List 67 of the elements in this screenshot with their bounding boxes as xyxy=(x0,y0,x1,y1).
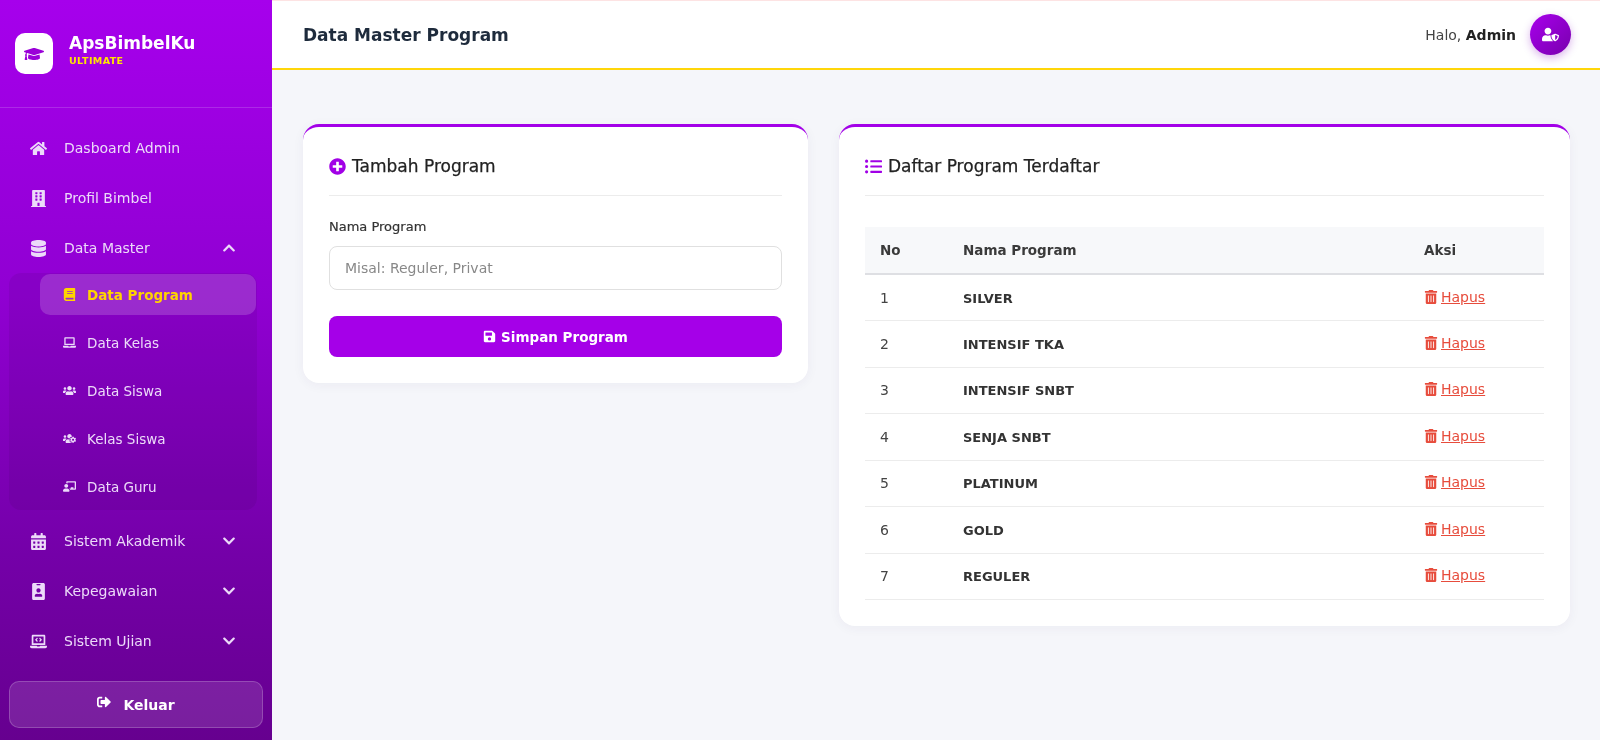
table-cell: SILVER xyxy=(963,290,1013,306)
logout-button[interactable]: Keluar xyxy=(9,681,263,728)
teacher-board-icon xyxy=(63,480,76,493)
card-title: Tambah Program xyxy=(352,155,496,177)
save-button[interactable]: Simpan Program xyxy=(329,316,782,357)
submenu-item[interactable]: Kelas Siswa xyxy=(40,418,256,459)
table-cell: SENJA SNBT xyxy=(963,429,1051,445)
table-cell: 1 xyxy=(880,289,889,306)
users-gear-icon xyxy=(63,432,76,445)
database-icon xyxy=(29,239,47,257)
table-cell: 3 xyxy=(880,382,889,399)
card-title: Daftar Program Terdaftar xyxy=(888,155,1100,177)
table-cell: 7 xyxy=(880,568,889,585)
laptop-code-icon xyxy=(29,632,47,650)
trash-icon xyxy=(1424,568,1438,583)
delete-link[interactable]: Hapus xyxy=(1424,567,1486,584)
submenu-item[interactable]: Data Guru xyxy=(40,466,256,507)
greeting-text: Halo, Admin xyxy=(1425,26,1516,43)
nav-group[interactable]: Kepegawaian xyxy=(0,566,272,616)
table-cell: 6 xyxy=(880,521,889,538)
table-cell: GOLD xyxy=(963,522,1004,538)
graduation-cap-icon xyxy=(15,33,53,74)
edition-label: ULTIMATE xyxy=(69,53,125,68)
submenu-item[interactable]: Data Siswa xyxy=(40,370,256,411)
table-cell: 5 xyxy=(880,475,889,492)
delete-link[interactable]: Hapus xyxy=(1424,288,1486,305)
trash-icon xyxy=(1424,428,1438,443)
id-badge-icon xyxy=(29,582,47,600)
field-label: Nama Program xyxy=(329,219,428,235)
delete-link[interactable]: Hapus xyxy=(1424,520,1486,537)
submenu-item[interactable]: Data Program xyxy=(40,274,256,315)
nav-group[interactable]: Sistem Ujian xyxy=(0,616,272,666)
trash-icon xyxy=(1424,289,1438,304)
logout-icon xyxy=(97,694,112,709)
calendar-icon xyxy=(29,532,47,550)
trash-icon xyxy=(1424,335,1438,350)
delete-link[interactable]: Hapus xyxy=(1424,334,1486,351)
table-cell: PLATINUM xyxy=(963,476,1038,492)
home-icon xyxy=(29,139,47,157)
laptop-icon xyxy=(63,336,76,349)
nav-item[interactable]: Profil Bimbel xyxy=(0,173,272,223)
submenu-item[interactable]: Data Kelas xyxy=(40,322,256,363)
list-icon xyxy=(865,157,882,175)
column-header: Aksi xyxy=(1409,227,1544,274)
book-icon xyxy=(63,288,76,301)
user-shield-icon[interactable] xyxy=(1530,14,1571,55)
users-icon xyxy=(63,384,76,397)
table-cell: INTENSIF TKA xyxy=(963,336,1064,352)
trash-icon xyxy=(1424,521,1438,536)
page-title: Data Master Program xyxy=(303,24,509,45)
nav-group[interactable]: Data Master xyxy=(0,223,272,273)
nav-group[interactable]: Sistem Akademik xyxy=(0,516,272,566)
column-header: Nama Program xyxy=(948,227,1409,274)
delete-link[interactable]: Hapus xyxy=(1424,474,1486,491)
trash-icon xyxy=(1424,382,1438,397)
table-cell: 2 xyxy=(880,335,889,352)
delete-link[interactable]: Hapus xyxy=(1424,427,1486,444)
delete-link[interactable]: Hapus xyxy=(1424,381,1486,398)
table-cell: 4 xyxy=(880,428,889,445)
table-cell: INTENSIF SNBT xyxy=(963,383,1074,399)
nav-item[interactable]: Dasboard Admin xyxy=(0,123,272,173)
input-field[interactable]: Misal: Reguler, Privat xyxy=(329,246,782,290)
table-cell: REGULER xyxy=(963,569,1031,585)
building-icon xyxy=(29,189,47,207)
trash-icon xyxy=(1424,475,1438,490)
brand-name: ApsBimbelKu xyxy=(69,31,196,54)
column-header: No xyxy=(865,227,948,274)
